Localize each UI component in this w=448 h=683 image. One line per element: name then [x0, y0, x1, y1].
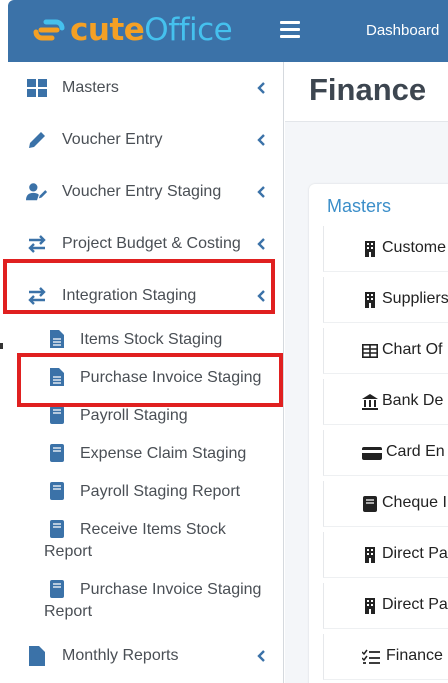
- building-icon: [365, 241, 375, 257]
- masters-row-label: Cheque I: [382, 494, 447, 511]
- chevron-left-icon: [257, 238, 265, 250]
- building-icon: [365, 292, 375, 308]
- sidebar-subitem-label-line2: Report: [44, 603, 93, 620]
- book-icon: [50, 580, 64, 598]
- masters-row-customers[interactable]: Custome: [323, 226, 448, 272]
- masters-row-bank-details[interactable]: Bank De: [323, 379, 448, 425]
- card-title[interactable]: Masters: [327, 196, 391, 217]
- sidebar-item-label: Monthly Reports: [62, 647, 179, 664]
- chevron-left-icon: [257, 82, 265, 94]
- sidebar-subitem-items-stock-staging[interactable]: Items Stock Staging: [8, 328, 283, 352]
- book-icon: [50, 444, 64, 462]
- exchange-icon: [26, 285, 48, 307]
- masters-row-label: Suppliers: [382, 290, 448, 307]
- masters-row-direct-payment-1[interactable]: Direct Pa: [323, 532, 448, 578]
- masters-row-suppliers[interactable]: Suppliers: [323, 277, 448, 323]
- file-icon: [26, 645, 48, 667]
- credit-card-icon: [362, 447, 382, 460]
- main-content: Finance Masters Custome Suppliers Chart …: [285, 62, 448, 683]
- sidebar-subitem-purchase-invoice-staging[interactable]: Purchase Invoice Staging: [8, 366, 283, 390]
- sidebar-item-label: Voucher Entry: [62, 131, 163, 148]
- chevron-left-icon: [257, 290, 265, 302]
- sidebar-item-label: Integration Staging: [62, 287, 197, 304]
- chevron-left-icon: [257, 186, 265, 198]
- masters-row-label: Direct Pa: [382, 596, 448, 613]
- chevron-left-icon: [257, 650, 265, 662]
- sidebar-item-label: Voucher Entry Staging: [62, 183, 222, 200]
- pencil-icon: [26, 129, 48, 151]
- sidebar-item-voucher-entry-staging[interactable]: Voucher Entry Staging: [8, 172, 283, 212]
- logo-part-cute: cute: [70, 11, 145, 48]
- book-icon: [50, 520, 64, 538]
- sidebar-subitem-label-line2: Report: [44, 543, 93, 560]
- sidebar-subitem-label: Payroll Staging: [80, 407, 188, 424]
- masters-row-card-entry[interactable]: Card En: [323, 430, 448, 476]
- sidebar-item-label: Masters: [62, 79, 119, 96]
- nav-dashboard-link[interactable]: Dashboard: [366, 22, 439, 39]
- masters-row-label: Direct Pa: [382, 545, 448, 562]
- building-icon: [365, 547, 375, 563]
- table-icon: [362, 343, 378, 358]
- sidebar: Masters Voucher Entry Voucher Entry Stag…: [8, 62, 284, 683]
- sidebar-subitem-label: Receive Items Stock: [80, 521, 226, 538]
- book-icon: [50, 482, 64, 500]
- app-logo[interactable]: cuteOffice: [32, 10, 233, 50]
- sidebar-subitem-label: Expense Claim Staging: [80, 445, 247, 462]
- masters-card: Masters Custome Suppliers Chart Of Bank …: [309, 184, 448, 683]
- menu-toggle-icon[interactable]: [280, 21, 300, 38]
- masters-row-label: Bank De: [382, 392, 444, 409]
- sidebar-subitem-label: Purchase Invoice Staging: [80, 369, 262, 386]
- sidebar-subitem-payroll-staging-report[interactable]: Payroll Staging Report: [8, 480, 283, 504]
- sidebar-subitem-label: Payroll Staging Report: [80, 483, 241, 500]
- logo-part-office: Office: [144, 11, 233, 48]
- sidebar-subitem-purchase-invoice-staging-report[interactable]: Purchase Invoice Staging Report: [8, 578, 283, 624]
- sidebar-item-project-budget[interactable]: Project Budget & Costing: [8, 224, 283, 264]
- content-header: Finance: [285, 62, 448, 122]
- checklist-icon: [362, 649, 380, 664]
- masters-row-finance[interactable]: Finance: [323, 634, 448, 680]
- masters-row-label: Custome: [382, 239, 447, 256]
- masters-row-direct-payment-2[interactable]: Direct Pa: [323, 583, 448, 629]
- sidebar-item-integration-staging[interactable]: Integration Staging: [8, 276, 283, 316]
- sidebar-subitem-payroll-staging[interactable]: Payroll Staging: [8, 404, 283, 428]
- sidebar-item-label: Project Budget & Costing: [62, 235, 241, 252]
- masters-row-cheque[interactable]: Cheque I: [323, 481, 448, 527]
- masters-row-chart-of-accounts[interactable]: Chart Of: [323, 328, 448, 374]
- edge-mark: [0, 343, 3, 349]
- file-text-icon: [50, 330, 64, 348]
- sidebar-subitem-expense-claim-staging[interactable]: Expense Claim Staging: [8, 442, 283, 466]
- bank-icon: [362, 394, 378, 410]
- sidebar-item-monthly-reports[interactable]: Monthly Reports: [8, 636, 283, 676]
- sidebar-subitem-label: Purchase Invoice Staging: [80, 581, 262, 598]
- top-navbar: cuteOffice Dashboard: [8, 0, 448, 62]
- book-icon: [50, 406, 64, 424]
- masters-row-label: Finance: [386, 647, 443, 664]
- sidebar-subitem-receive-items-stock-report[interactable]: Receive Items Stock Report: [8, 518, 283, 564]
- sidebar-subitem-label: Items Stock Staging: [80, 331, 223, 348]
- masters-row-label: Chart Of: [382, 341, 443, 358]
- exchange-icon: [26, 233, 48, 255]
- user-edit-icon: [26, 181, 48, 203]
- book-icon: [363, 496, 377, 512]
- building-icon: [365, 598, 375, 614]
- logo-mark-icon: [33, 19, 65, 41]
- logo-text: cuteOffice: [70, 11, 233, 48]
- grid-icon: [26, 77, 48, 99]
- file-text-icon: [50, 368, 64, 386]
- masters-row-label: Card En: [386, 443, 445, 460]
- sidebar-item-masters[interactable]: Masters: [8, 68, 283, 108]
- sidebar-item-voucher-entry[interactable]: Voucher Entry: [8, 120, 283, 160]
- chevron-left-icon: [257, 134, 265, 146]
- page-title: Finance: [309, 72, 427, 107]
